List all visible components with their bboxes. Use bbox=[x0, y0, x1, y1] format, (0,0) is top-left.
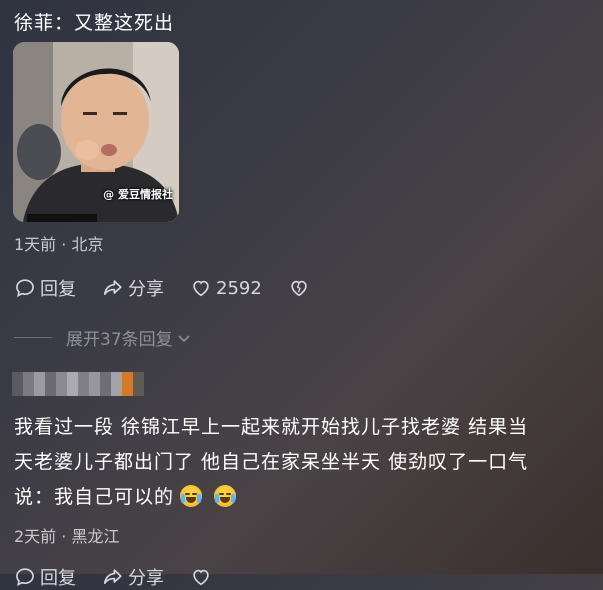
like-count: 2592 bbox=[216, 277, 262, 299]
comment-bubble-icon bbox=[16, 568, 34, 587]
broken-heart-icon bbox=[291, 280, 307, 297]
comment-reply-button[interactable]: 回复 bbox=[14, 564, 76, 590]
comment-share-button[interactable]: 分享 bbox=[102, 564, 164, 590]
image-watermark: @ 爱豆情报社 bbox=[103, 188, 173, 201]
post-meta: 1天前 · 北京 bbox=[14, 235, 104, 254]
reply-button[interactable]: 回复 bbox=[14, 275, 76, 301]
comment-like-button[interactable] bbox=[190, 566, 212, 588]
reply-label: 回复 bbox=[40, 279, 76, 300]
crying-laughing-emoji-icon bbox=[214, 485, 237, 507]
comment-bubble-icon bbox=[16, 279, 34, 298]
post-title: 徐菲：又整这死出 bbox=[14, 12, 175, 34]
crying-laughing-emoji-icon bbox=[180, 485, 203, 507]
comment-text: 我看过一段 徐锦江早上一起来就开始找儿子找老婆 结果当 天老婆儿子都出门了 他自… bbox=[14, 410, 594, 515]
comment-meta: 2天前 · 黑龙江 bbox=[14, 527, 120, 546]
expand-replies-button[interactable]: 展开37条回复 bbox=[14, 325, 192, 350]
comment-actions: 回复 分享 bbox=[14, 564, 238, 590]
commenter-username-blurred[interactable] bbox=[12, 372, 144, 396]
comment-line-1: 我看过一段 徐锦江早上一起来就开始找儿子找老婆 结果当 bbox=[14, 416, 529, 438]
comment-share-label: 分享 bbox=[128, 568, 164, 589]
share-button[interactable]: 分享 bbox=[102, 275, 164, 301]
share-label: 分享 bbox=[128, 279, 164, 300]
comment-reply-label: 回复 bbox=[40, 568, 76, 589]
heart-icon bbox=[193, 569, 209, 586]
post-image[interactable]: @ 爱豆情报社 bbox=[13, 42, 179, 222]
heart-icon bbox=[193, 280, 209, 297]
comment-line-3: 说：我自己可以的 bbox=[14, 480, 594, 515]
expand-replies-label: 展开37条回复 bbox=[66, 330, 173, 350]
post-actions: 回复 分享 2592 bbox=[14, 275, 336, 301]
share-arrow-icon bbox=[103, 280, 122, 295]
chevron-down-icon bbox=[178, 334, 190, 342]
comment-line-2: 天老婆儿子都出门了 他自己在家呆坐半天 使劲叹了一口气 bbox=[14, 451, 529, 473]
comment-line-3-text: 说：我自己可以的 bbox=[14, 486, 175, 508]
like-button[interactable]: 2592 bbox=[190, 277, 262, 299]
share-arrow-icon bbox=[103, 569, 122, 584]
divider-line bbox=[14, 337, 52, 338]
dislike-button[interactable] bbox=[288, 277, 310, 299]
